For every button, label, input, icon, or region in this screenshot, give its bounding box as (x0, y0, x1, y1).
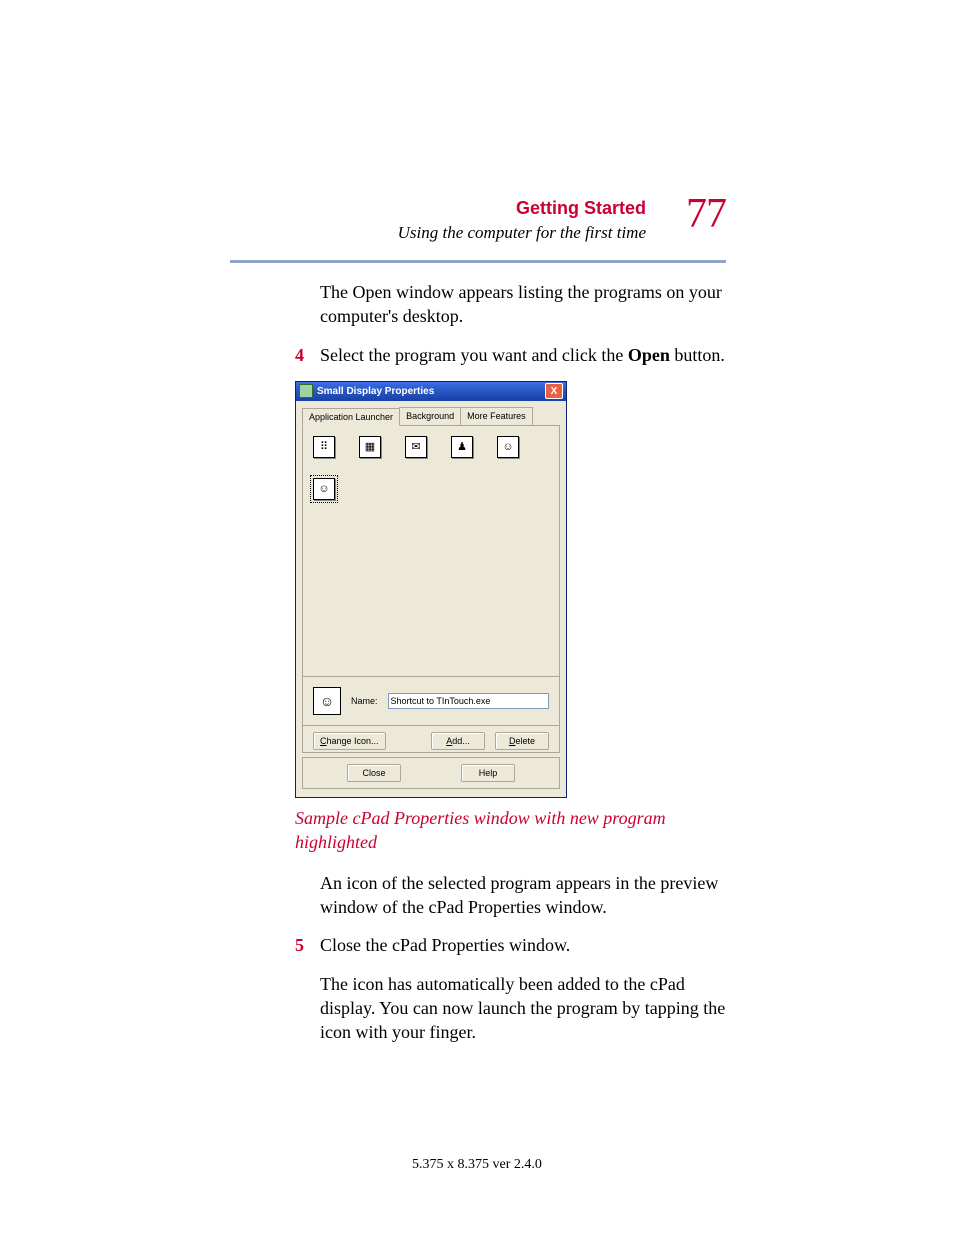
page-footer: 5.375 x 8.375 ver 2.4.0 (0, 1157, 954, 1173)
launcher-icon[interactable]: ✉ (405, 436, 427, 458)
chapter-subtitle: Using the computer for the first time (398, 223, 646, 243)
figure-caption: Sample cPad Properties window with new p… (295, 806, 726, 855)
bold-text: Open (628, 345, 670, 365)
tab-application-launcher[interactable]: Application Launcher (302, 408, 400, 426)
add-button[interactable]: Add... (431, 732, 485, 750)
launcher-icon[interactable]: ☺ (497, 436, 519, 458)
launcher-icon[interactable]: ▦ (359, 436, 381, 458)
dialog-footer-buttons: Close Help (302, 757, 560, 789)
button-row: Change Icon... Add... Delete (302, 726, 560, 753)
step-4: 4 Select the program you want and click … (230, 343, 726, 367)
dialog-window: Small Display Properties X Application L… (295, 381, 567, 798)
name-input[interactable] (388, 693, 549, 709)
header-divider (230, 260, 726, 263)
close-button[interactable]: X (545, 383, 563, 399)
tab-more-features[interactable]: More Features (460, 407, 533, 425)
paragraph: An icon of the selected program appears … (320, 871, 726, 920)
launcher-icon[interactable]: ♟ (451, 436, 473, 458)
chapter-title: Getting Started (398, 198, 646, 219)
help-button[interactable]: Help (461, 764, 515, 782)
preview-section: ☺ Name: (302, 677, 560, 726)
step-5: 5 Close the cPad Properties window. (230, 933, 726, 957)
launcher-icon-selected[interactable]: ☺ (313, 478, 335, 500)
name-label: Name: (351, 695, 378, 707)
step-number: 5 (295, 933, 304, 957)
delete-button[interactable]: Delete (495, 732, 549, 750)
close-dialog-button[interactable]: Close (347, 764, 401, 782)
titlebar[interactable]: Small Display Properties X (296, 382, 566, 401)
step-text: Close the cPad Properties window. (320, 935, 570, 955)
step-text: Select the program you want and click th… (320, 345, 628, 365)
body-text: The Open window appears listing the prog… (230, 280, 726, 1058)
launcher-icon[interactable]: ⠿ (313, 436, 335, 458)
tab-bar: Application Launcher Background More Fea… (302, 407, 560, 426)
paragraph: The Open window appears listing the prog… (320, 280, 726, 329)
app-icon (299, 384, 313, 398)
preview-icon: ☺ (313, 687, 341, 715)
step-text: button. (670, 345, 725, 365)
tab-panel: ⠿ ▦ ✉ ♟ ☺ ☺ (302, 426, 560, 677)
step-number: 4 (295, 343, 304, 367)
tab-background[interactable]: Background (399, 407, 461, 425)
page-number: 77 (686, 190, 726, 238)
paragraph: The icon has automatically been added to… (320, 972, 726, 1045)
change-icon-button[interactable]: Change Icon... (313, 732, 386, 750)
window-title: Small Display Properties (317, 385, 545, 399)
page-header: Getting Started Using the computer for t… (230, 198, 726, 243)
